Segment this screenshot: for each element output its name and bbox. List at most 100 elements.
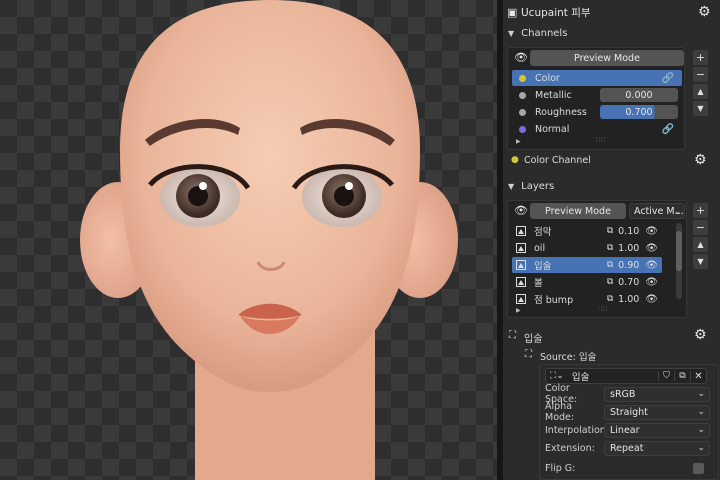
eye-icon[interactable]: 👁 (514, 51, 528, 64)
layer-row[interactable]: oil ⧉ 1.00 👁 (512, 240, 662, 256)
property-value: Straight (610, 406, 648, 418)
layer-name: 볼 (534, 278, 543, 289)
image-property-row: Alpha Mode: Straight ⌄ (545, 401, 710, 423)
layer-name: 점 bump (534, 295, 574, 306)
color-channel-label: Color Channel (524, 155, 591, 166)
property-dropdown[interactable]: Repeat ⌄ (604, 440, 710, 456)
chevron-down-icon: ⌄ (697, 389, 705, 399)
channel-color-dot (519, 91, 526, 99)
layer-name: 입술 (534, 261, 552, 272)
channel-list: Color 🔗 Metallic 0.000 Roughness 0.700 Normal 🔗 (508, 70, 686, 140)
move-up-button[interactable]: ▲ (693, 84, 708, 99)
panel-title: Ucupaint 피부 (521, 7, 591, 19)
channel-row[interactable]: Metallic 0.000 (512, 87, 682, 103)
eye-icon[interactable]: 👁 (645, 294, 658, 305)
channels-box: 👁 Preview Mode Color 🔗 Metallic 0.000 Roughn… (507, 47, 685, 150)
channel-value-slider[interactable]: 0.700 (600, 105, 678, 119)
layers-box: 👁 Preview Mode Active M... ⌄ 점막 ⧉ 0.10 👁 oil… (507, 200, 687, 318)
property-value: sRGB (610, 388, 636, 400)
expand-triangle-icon[interactable]: ▶ (516, 307, 521, 314)
property-label: Interpolation: (545, 424, 609, 436)
flip-g-row: Flip G: (545, 460, 710, 476)
add-channel-button[interactable]: + (693, 50, 708, 65)
collapse-triangle-icon: ▼ (508, 28, 515, 38)
layers-section-header[interactable]: ▼ Layers (503, 176, 720, 196)
layer-opacity[interactable]: 1.00 (615, 294, 639, 305)
eye-icon[interactable]: 👁 (645, 226, 658, 237)
link-icon[interactable]: 🔗 (662, 124, 674, 135)
channels-preview-mode-button[interactable]: Preview Mode (530, 50, 684, 66)
3d-viewport[interactable] (0, 0, 497, 480)
resize-grip-icon[interactable]: ∷∷ (596, 136, 605, 144)
expand-triangle-icon[interactable]: ▶ (516, 138, 521, 145)
layers-label: Layers (521, 180, 555, 192)
image-browse-icon[interactable]: ⛶⌄ (550, 371, 564, 381)
remove-channel-button[interactable]: − (693, 67, 708, 82)
collapse-triangle-icon: ▼ (508, 181, 515, 191)
chevron-down-icon: ⌄ (697, 443, 705, 453)
layer-name: 점막 (534, 227, 552, 238)
layer-settings-gear-icon[interactable]: ⚙ (694, 328, 707, 342)
flip-g-checkbox[interactable] (693, 462, 704, 474)
channel-color-dot (519, 125, 526, 133)
channel-row[interactable]: Color 🔗 (512, 70, 682, 86)
layer-list-scrollbar[interactable] (676, 223, 682, 299)
channel-row[interactable]: Roughness 0.700 (512, 104, 682, 120)
shield-icon[interactable]: ⛉ (658, 371, 674, 381)
channels-section-header[interactable]: ▼ Channels (503, 23, 720, 43)
image-property-row: Color Space: sRGB ⌄ (545, 383, 710, 405)
active-mode-dropdown[interactable]: Active M... ⌄ (629, 203, 685, 219)
resize-grip-icon[interactable]: ∷∷ (598, 305, 607, 313)
gear-icon[interactable]: ⚙ (698, 5, 711, 19)
link-icon[interactable]: 🔗 (662, 73, 674, 84)
layer-opacity[interactable]: 0.70 (615, 277, 639, 288)
move-layer-up-button[interactable]: ▲ (693, 237, 708, 252)
eye-icon[interactable]: 👁 (645, 260, 658, 271)
close-icon[interactable]: ✕ (690, 370, 706, 382)
channel-name: Metallic (535, 89, 572, 101)
layer-opacity[interactable]: 1.00 (615, 243, 639, 254)
channel-value-slider[interactable]: 0.000 (600, 88, 678, 102)
image-property-row: Extension: Repeat ⌄ (545, 440, 710, 456)
layer-opacity[interactable]: 0.90 (615, 260, 639, 271)
ucupaint-panel: ▣ Ucupaint 피부 ⚙ ▼ Channels 👁 Preview Mod… (503, 0, 720, 480)
layer-row[interactable]: 볼 ⧉ 0.70 👁 (512, 274, 662, 290)
image-selector[interactable]: ⛶⌄ 입술 ⛉ ⧉ ✕ (545, 368, 707, 384)
remove-layer-button[interactable]: − (693, 220, 708, 235)
blend-stack-icon[interactable]: ⧉ (607, 294, 613, 304)
layer-name: oil (534, 242, 546, 254)
add-layer-button[interactable]: + (693, 203, 708, 218)
channel-name: Normal (535, 123, 570, 135)
channel-color-dot (519, 108, 526, 116)
property-dropdown[interactable]: sRGB ⌄ (604, 386, 710, 402)
move-layer-down-button[interactable]: ▼ (693, 254, 708, 269)
image-icon (516, 294, 526, 304)
layer-row[interactable]: 입술 ⧉ 0.90 👁 (512, 257, 662, 273)
channel-row[interactable]: Normal 🔗 (512, 121, 682, 137)
channel-settings-gear-icon[interactable]: ⚙ (694, 153, 707, 167)
property-value: Repeat (610, 442, 644, 454)
eye-icon[interactable]: 👁 (645, 277, 658, 288)
layer-image-icon: ⛶ (509, 330, 516, 341)
eye-icon[interactable]: 👁 (514, 204, 528, 217)
move-down-button[interactable]: ▼ (693, 101, 708, 116)
property-value: Linear (610, 424, 640, 436)
layer-row[interactable]: 점 bump ⧉ 1.00 👁 (512, 291, 662, 307)
eye-icon[interactable]: 👁 (645, 243, 658, 254)
blend-stack-icon[interactable]: ⧉ (607, 243, 613, 253)
property-dropdown[interactable]: Linear ⌄ (604, 422, 710, 438)
blend-stack-icon[interactable]: ⧉ (607, 226, 613, 236)
source-image-icon: ⛶ (525, 349, 532, 360)
layer-opacity[interactable]: 0.10 (615, 226, 639, 237)
channels-label: Channels (521, 27, 568, 39)
layers-preview-mode-button[interactable]: Preview Mode (530, 203, 626, 219)
image-name-field[interactable]: 입술 (572, 369, 658, 383)
layer-detail-title: 입술 (524, 334, 543, 345)
source-label: Source: 입술 (540, 352, 597, 363)
blend-stack-icon[interactable]: ⧉ (607, 277, 613, 287)
duplicate-icon[interactable]: ⧉ (674, 371, 690, 381)
chevron-down-icon: ⌄ (697, 425, 705, 435)
layer-row[interactable]: 점막 ⧉ 0.10 👁 (512, 223, 662, 239)
property-dropdown[interactable]: Straight ⌄ (604, 404, 710, 420)
blend-stack-icon[interactable]: ⧉ (607, 260, 613, 270)
